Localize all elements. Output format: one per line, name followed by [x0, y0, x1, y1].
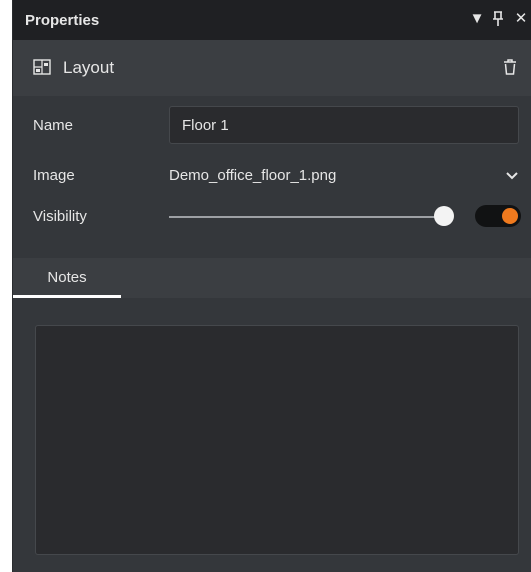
- caret-down-icon[interactable]: ▼: [468, 10, 486, 28]
- chevron-down-icon: [505, 168, 519, 182]
- panel-content: Layout Name Image Demo_office_floor_1.pn…: [13, 40, 531, 572]
- visibility-slider-track[interactable]: [169, 216, 443, 218]
- notes-textarea[interactable]: [35, 325, 519, 555]
- panel-title: Properties: [25, 11, 100, 29]
- close-icon[interactable]: ✕: [512, 10, 530, 28]
- toggle-knob: [502, 208, 518, 224]
- active-tab-indicator: [13, 295, 121, 298]
- layout-section-title: Layout: [63, 58, 115, 77]
- name-field[interactable]: [169, 106, 519, 144]
- tab-notes[interactable]: Notes: [13, 258, 121, 298]
- panel-titlebar: Properties ▼ ✕: [13, 0, 531, 40]
- trash-icon[interactable]: [502, 58, 518, 76]
- layout-icon: [33, 59, 51, 75]
- image-dropdown[interactable]: Demo_office_floor_1.png: [169, 158, 519, 192]
- visibility-toggle[interactable]: [475, 205, 521, 227]
- image-label: Image: [33, 167, 75, 184]
- name-label: Name: [33, 117, 74, 134]
- visibility-label: Visibility: [33, 208, 87, 225]
- layout-section-header: Layout: [13, 40, 531, 96]
- pin-icon[interactable]: [489, 10, 507, 28]
- properties-panel: Properties ▼ ✕ Layout Name Floor 1 Image…: [12, 0, 531, 572]
- image-selected-value: Demo_office_floor_1.png: [169, 167, 337, 184]
- visibility-slider-thumb[interactable]: [434, 206, 454, 226]
- tab-bar: Notes: [13, 258, 531, 298]
